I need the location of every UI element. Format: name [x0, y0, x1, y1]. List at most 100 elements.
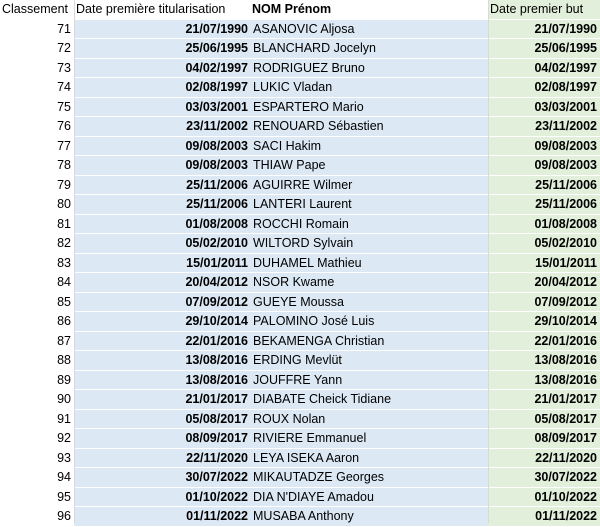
player-name-cell[interactable]: THIAW Pape — [250, 155, 488, 176]
first-start-date-cell[interactable]: 01/11/2022 — [74, 506, 250, 527]
first-goal-date-cell[interactable]: 20/04/2012 — [488, 272, 600, 293]
first-goal-date-cell[interactable]: 22/01/2016 — [488, 331, 600, 351]
first-goal-date-cell[interactable]: 05/08/2017 — [488, 409, 600, 429]
player-name-cell[interactable]: BLANCHARD Jocelyn — [250, 38, 488, 59]
first-start-date-cell[interactable]: 05/02/2010 — [74, 233, 250, 254]
first-start-date-cell[interactable]: 25/11/2006 — [74, 175, 250, 195]
first-start-date-cell[interactable]: 22/11/2020 — [74, 448, 250, 468]
player-name-cell[interactable]: DIA N'DIAYE Amadou — [250, 487, 488, 507]
rank-cell[interactable]: 92 — [0, 428, 74, 449]
rank-cell[interactable]: 83 — [0, 253, 74, 273]
rank-cell[interactable]: 94 — [0, 467, 74, 488]
first-start-date-cell[interactable]: 08/09/2017 — [74, 428, 250, 449]
rank-cell[interactable]: 87 — [0, 331, 74, 351]
first-start-date-cell[interactable]: 09/08/2003 — [74, 155, 250, 176]
first-goal-date-cell[interactable]: 21/01/2017 — [488, 389, 600, 410]
first-start-date-cell[interactable]: 30/07/2022 — [74, 467, 250, 488]
rank-cell[interactable]: 86 — [0, 311, 74, 332]
first-start-date-cell[interactable]: 25/11/2006 — [74, 194, 250, 215]
first-goal-date-cell[interactable]: 13/08/2016 — [488, 370, 600, 390]
rank-cell[interactable]: 77 — [0, 136, 74, 156]
first-start-date-cell[interactable]: 03/03/2001 — [74, 97, 250, 117]
first-start-date-cell[interactable]: 25/06/1995 — [74, 38, 250, 59]
header-rank[interactable]: Classement — [0, 0, 74, 20]
rank-cell[interactable]: 76 — [0, 116, 74, 137]
rank-cell[interactable]: 82 — [0, 233, 74, 254]
player-name-cell[interactable]: ROCCHI Romain — [250, 214, 488, 234]
first-goal-date-cell[interactable]: 30/07/2022 — [488, 467, 600, 488]
player-name-cell[interactable]: PALOMINO José Luis — [250, 311, 488, 332]
rank-cell[interactable]: 90 — [0, 389, 74, 410]
header-date-first-goal[interactable]: Date premier but — [488, 0, 600, 20]
first-start-date-cell[interactable]: 01/10/2022 — [74, 487, 250, 507]
first-goal-date-cell[interactable]: 02/08/1997 — [488, 77, 600, 98]
first-goal-date-cell[interactable]: 01/11/2022 — [488, 506, 600, 527]
first-goal-date-cell[interactable]: 23/11/2002 — [488, 116, 600, 137]
player-name-cell[interactable]: BEKAMENGA Christian — [250, 331, 488, 351]
rank-cell[interactable]: 85 — [0, 292, 74, 312]
player-name-cell[interactable]: ESPARTERO Mario — [250, 97, 488, 117]
player-name-cell[interactable]: NSOR Kwame — [250, 272, 488, 293]
player-name-cell[interactable]: MUSABA Anthony — [250, 506, 488, 527]
rank-cell[interactable]: 80 — [0, 194, 74, 215]
header-date-first-start[interactable]: Date première titularisation — [74, 0, 250, 20]
player-name-cell[interactable]: GUEYE Moussa — [250, 292, 488, 312]
player-name-cell[interactable]: WILTORD Sylvain — [250, 233, 488, 254]
rank-cell[interactable]: 73 — [0, 58, 74, 78]
rank-cell[interactable]: 81 — [0, 214, 74, 234]
first-goal-date-cell[interactable]: 22/11/2020 — [488, 448, 600, 468]
first-start-date-cell[interactable]: 15/01/2011 — [74, 253, 250, 273]
player-name-cell[interactable]: LANTERI Laurent — [250, 194, 488, 215]
rank-cell[interactable]: 84 — [0, 272, 74, 293]
rank-cell[interactable]: 93 — [0, 448, 74, 468]
first-start-date-cell[interactable]: 21/07/1990 — [74, 19, 250, 39]
first-goal-date-cell[interactable]: 25/11/2006 — [488, 175, 600, 195]
rank-cell[interactable]: 75 — [0, 97, 74, 117]
player-name-cell[interactable]: JOUFFRE Yann — [250, 370, 488, 390]
first-goal-date-cell[interactable]: 13/08/2016 — [488, 350, 600, 371]
first-start-date-cell[interactable]: 04/02/1997 — [74, 58, 250, 78]
rank-cell[interactable]: 89 — [0, 370, 74, 390]
first-start-date-cell[interactable]: 20/04/2012 — [74, 272, 250, 293]
rank-cell[interactable]: 96 — [0, 506, 74, 527]
first-start-date-cell[interactable]: 21/01/2017 — [74, 389, 250, 410]
rank-cell[interactable]: 78 — [0, 155, 74, 176]
first-goal-date-cell[interactable]: 07/09/2012 — [488, 292, 600, 312]
player-name-cell[interactable]: DUHAMEL Mathieu — [250, 253, 488, 273]
player-name-cell[interactable]: ROUX Nolan — [250, 409, 488, 429]
first-goal-date-cell[interactable]: 29/10/2014 — [488, 311, 600, 332]
rank-cell[interactable]: 95 — [0, 487, 74, 507]
header-name[interactable]: NOM Prénom — [250, 0, 488, 20]
first-goal-date-cell[interactable]: 01/08/2008 — [488, 214, 600, 234]
first-start-date-cell[interactable]: 13/08/2016 — [74, 350, 250, 371]
rank-cell[interactable]: 74 — [0, 77, 74, 98]
player-name-cell[interactable]: AGUIRRE Wilmer — [250, 175, 488, 195]
player-name-cell[interactable]: ERDING Mevlüt — [250, 350, 488, 371]
player-name-cell[interactable]: LEYA ISEKA Aaron — [250, 448, 488, 468]
first-goal-date-cell[interactable]: 04/02/1997 — [488, 58, 600, 78]
first-goal-date-cell[interactable]: 03/03/2001 — [488, 97, 600, 117]
rank-cell[interactable]: 79 — [0, 175, 74, 195]
player-name-cell[interactable]: MIKAUTADZE Georges — [250, 467, 488, 488]
first-start-date-cell[interactable]: 29/10/2014 — [74, 311, 250, 332]
player-name-cell[interactable]: SACI Hakim — [250, 136, 488, 156]
player-name-cell[interactable]: RODRIGUEZ Bruno — [250, 58, 488, 78]
first-start-date-cell[interactable]: 02/08/1997 — [74, 77, 250, 98]
rank-cell[interactable]: 88 — [0, 350, 74, 371]
player-name-cell[interactable]: LUKIC Vladan — [250, 77, 488, 98]
first-start-date-cell[interactable]: 13/08/2016 — [74, 370, 250, 390]
first-goal-date-cell[interactable]: 09/08/2003 — [488, 155, 600, 176]
first-goal-date-cell[interactable]: 05/02/2010 — [488, 233, 600, 254]
rank-cell[interactable]: 71 — [0, 19, 74, 39]
rank-cell[interactable]: 91 — [0, 409, 74, 429]
first-goal-date-cell[interactable]: 25/06/1995 — [488, 38, 600, 59]
player-name-cell[interactable]: DIABATE Cheick Tidiane — [250, 389, 488, 410]
rank-cell[interactable]: 72 — [0, 38, 74, 59]
player-name-cell[interactable]: ASANOVIC Aljosa — [250, 19, 488, 39]
first-goal-date-cell[interactable]: 09/08/2003 — [488, 136, 600, 156]
player-name-cell[interactable]: RIVIERE Emmanuel — [250, 428, 488, 449]
first-goal-date-cell[interactable]: 01/10/2022 — [488, 487, 600, 507]
first-start-date-cell[interactable]: 01/08/2008 — [74, 214, 250, 234]
player-name-cell[interactable]: RENOUARD Sébastien — [250, 116, 488, 137]
first-start-date-cell[interactable]: 05/08/2017 — [74, 409, 250, 429]
